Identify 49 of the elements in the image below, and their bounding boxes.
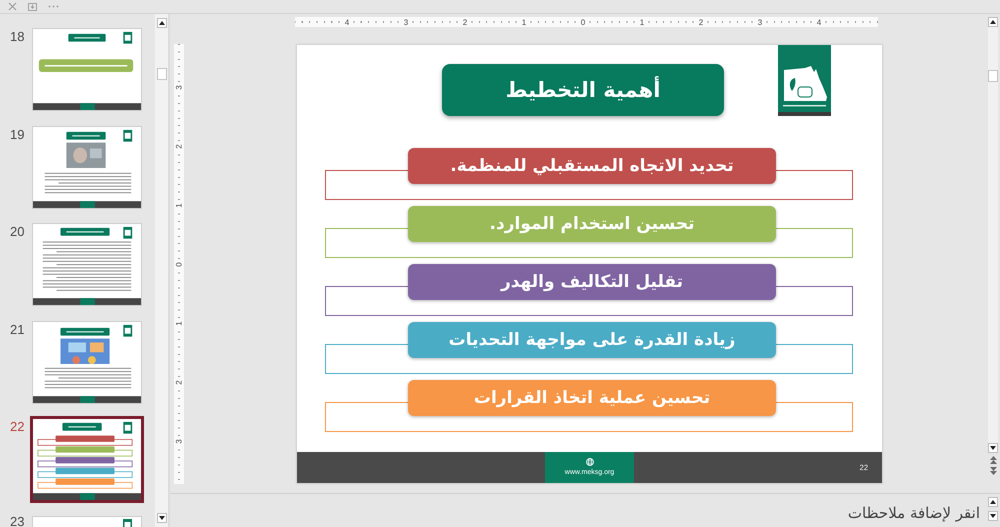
double-down-arrow-icon <box>990 466 996 474</box>
scroll-up-button[interactable] <box>988 497 998 507</box>
ruler-number: 3 <box>174 82 184 92</box>
ruler-number: 1 <box>520 18 528 26</box>
scrollbar-thumb[interactable] <box>157 68 167 80</box>
key-point-banner: زيادة القدرة على مواجهة التحديات <box>408 322 776 358</box>
down-arrow-icon <box>990 514 996 518</box>
ruler-number: 3 <box>756 18 764 26</box>
thumbnail-number: 22 <box>9 421 26 432</box>
scroll-up-button[interactable] <box>988 17 998 27</box>
scroll-down-button[interactable] <box>988 511 998 521</box>
ruler-number: 2 <box>460 18 470 26</box>
thumbnail-number: 23 <box>9 516 26 527</box>
ruler-number: 3 <box>402 18 410 26</box>
ruler-number: 3 <box>174 436 184 446</box>
ruler-number: 0 <box>578 18 588 26</box>
key-point-banner: تحسين استخدام الموارد. <box>408 206 776 242</box>
next-slide-button[interactable] <box>988 466 998 475</box>
ruler-number: 2 <box>696 18 706 26</box>
logo-icon <box>123 518 132 527</box>
scrollbar-thumb[interactable] <box>988 70 998 82</box>
double-up-arrow-icon <box>990 456 996 464</box>
scroll-down-button[interactable] <box>157 513 167 523</box>
slide-title: أهمية التخطيط <box>442 64 724 116</box>
scroll-up-button[interactable] <box>157 18 167 28</box>
ruler-number: 4 <box>814 18 824 26</box>
ruler-number: 1 <box>174 200 184 210</box>
ruler-number: 2 <box>174 378 184 386</box>
previous-slide-button[interactable] <box>988 455 998 464</box>
down-arrow-icon <box>990 446 996 450</box>
ruler-number: 4 <box>342 18 352 26</box>
thumbnail-number: 18 <box>9 31 26 42</box>
scroll-down-button[interactable] <box>988 443 998 453</box>
globe-icon <box>586 458 594 466</box>
thumbnail-number: 20 <box>9 226 26 238</box>
notes-field[interactable]: انقر لإضافة ملاحظات <box>170 494 986 527</box>
down-arrow-icon <box>159 516 165 520</box>
thumbnail-number: 21 <box>9 324 26 335</box>
key-point-banner: تحسين عملية اتخاذ القرارات <box>408 380 776 416</box>
key-point-banner: تحديد الاتجاه المستقبلي للمنظمة. <box>408 148 776 184</box>
up-arrow-icon <box>159 21 165 25</box>
thumbnail-number: 19 <box>9 128 26 140</box>
ruler-number: 1 <box>174 318 184 328</box>
ruler-number: 1 <box>638 18 646 26</box>
up-arrow-icon <box>990 20 996 24</box>
ruler-number: 0 <box>174 260 184 268</box>
ruler-number: 2 <box>174 142 184 150</box>
up-arrow-icon <box>990 500 996 504</box>
key-point-banner: تقليل التكاليف والهدر <box>408 264 776 300</box>
